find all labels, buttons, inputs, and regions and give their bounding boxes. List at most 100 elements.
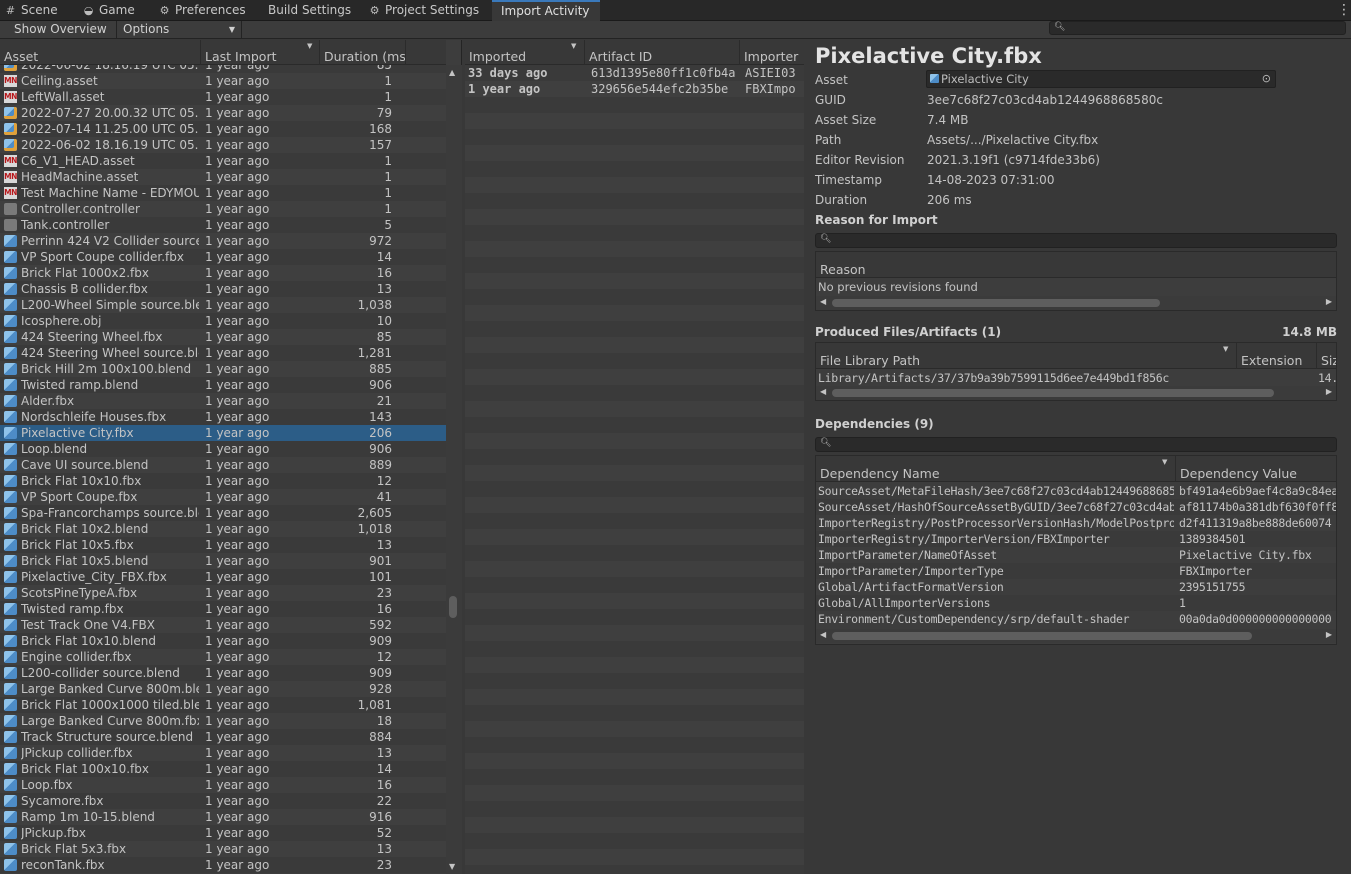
- list-item[interactable]: Pixelactive_City_FBX.fbx 1 year ago 101: [0, 569, 446, 585]
- list-item[interactable]: Brick Hill 2m 100x100.blend 1 year ago 885: [0, 361, 446, 377]
- list-item[interactable]: 424 Steering Wheel.fbx 1 year ago 85: [0, 329, 446, 345]
- list-item[interactable]: Engine collider.fbx 1 year ago 12: [0, 649, 446, 665]
- list-item[interactable]: ScotsPineTypeA.fbx 1 year ago 23: [0, 585, 446, 601]
- scroll-right-icon[interactable]: ▶: [1326, 630, 1332, 639]
- list-item[interactable]: VP Sport Coupe collider.fbx 1 year ago 14: [0, 249, 446, 265]
- column-asset[interactable]: Asset: [0, 40, 201, 65]
- asset-object-field[interactable]: Pixelactive City ⊙: [926, 70, 1276, 88]
- column-file-library-path[interactable]: File Library Path ▼: [816, 343, 1237, 369]
- tab-scene[interactable]: # Scene: [4, 0, 58, 21]
- column-imported[interactable]: Imported ▼: [465, 40, 585, 65]
- scroll-left-icon[interactable]: ◀: [820, 297, 826, 306]
- list-item[interactable]: Controller.controller 1 year ago 1: [0, 201, 446, 217]
- list-item[interactable]: Track Structure source.blend 1 year ago 88…: [0, 729, 446, 745]
- table-row[interactable]: SourceAsset/HashOfSourceAssetByGUID/3ee7…: [816, 499, 1336, 515]
- list-item[interactable]: Brick Flat 100x10.fbx 1 year ago 14: [0, 761, 446, 777]
- more-options-icon[interactable]: ⋮: [1337, 3, 1351, 17]
- list-item[interactable]: Large Banked Curve 800m.fbx 1 year ago 18: [0, 713, 446, 729]
- list-item[interactable]: Test Track One V4.FBX 1 year ago 592: [0, 617, 446, 633]
- object-picker-icon[interactable]: ⊙: [1262, 71, 1271, 87]
- list-item[interactable]: 424 Steering Wheel source.bler 1 year ago…: [0, 345, 446, 361]
- asset-list-scrollbar[interactable]: ▲ ▼: [446, 65, 462, 874]
- table-row[interactable]: Environment/CustomDependency/srp/default…: [816, 611, 1336, 627]
- list-item[interactable]: MN HeadMachine.asset 1 year ago 1: [0, 169, 446, 185]
- dependencies-search-input[interactable]: 🔍︎: [815, 437, 1337, 452]
- list-item[interactable]: Brick Flat 1000x2.fbx 1 year ago 16: [0, 265, 446, 281]
- list-item[interactable]: Spa-Francorchamps source.bler 1 year ago 2…: [0, 505, 446, 521]
- table-row[interactable]: SourceAsset/MetaFileHash/3ee7c68f27c03cd…: [816, 483, 1336, 499]
- list-item[interactable]: Twisted ramp.blend 1 year ago 906: [0, 377, 446, 393]
- list-item[interactable]: 2022-06-02 18.16.19 UTC 05.0 1 year ago 85: [0, 65, 446, 73]
- list-item[interactable]: JPickup collider.fbx 1 year ago 13: [0, 745, 446, 761]
- tab-game[interactable]: ◒ Game: [82, 0, 135, 21]
- scroll-down-icon[interactable]: ▼: [449, 862, 455, 871]
- tab-import-activity[interactable]: Import Activity: [492, 0, 600, 22]
- list-item[interactable]: MN LeftWall.asset 1 year ago 1: [0, 89, 446, 105]
- scroll-right-icon[interactable]: ▶: [1326, 387, 1332, 396]
- dependencies-hscrollbar[interactable]: ◀ ▶: [816, 629, 1336, 643]
- list-item[interactable]: Brick Flat 10x5.blend 1 year ago 901: [0, 553, 446, 569]
- scrollbar-thumb[interactable]: [832, 632, 1252, 640]
- list-item[interactable]: Brick Flat 5x3.fbx 1 year ago 13: [0, 841, 446, 857]
- reason-hscrollbar[interactable]: ◀ ▶: [816, 296, 1336, 310]
- list-item[interactable]: Icosphere.obj 1 year ago 10: [0, 313, 446, 329]
- options-dropdown[interactable]: Options ▼: [118, 21, 242, 39]
- tab-project-settings[interactable]: ⚙ Project Settings: [368, 0, 480, 21]
- list-item[interactable]: Alder.fbx 1 year ago 21: [0, 393, 446, 409]
- scroll-right-icon[interactable]: ▶: [1326, 297, 1332, 306]
- table-row[interactable]: ImportParameter/NameOfAsset Pixelactive C…: [816, 547, 1336, 563]
- list-item[interactable]: Perrinn 424 V2 Collider source. 1 year ag…: [0, 233, 446, 249]
- reason-search-input[interactable]: 🔍︎: [815, 233, 1337, 248]
- list-item[interactable]: Loop.blend 1 year ago 906: [0, 441, 446, 457]
- list-item[interactable]: JPickup.fbx 1 year ago 52: [0, 825, 446, 841]
- produced-hscrollbar[interactable]: ◀ ▶: [816, 386, 1336, 400]
- list-item[interactable]: Large Banked Curve 800m.bler 1 year ago 92…: [0, 681, 446, 697]
- list-item[interactable]: Pixelactive City.fbx 1 year ago 206: [0, 425, 446, 441]
- table-row[interactable]: Global/AllImporterVersions 1: [816, 595, 1336, 611]
- column-reason[interactable]: Reason: [816, 252, 1336, 278]
- column-dependency-value[interactable]: Dependency Value: [1176, 456, 1336, 482]
- scrollbar-thumb[interactable]: [449, 596, 457, 618]
- list-item[interactable]: Tank.controller 1 year ago 5: [0, 217, 446, 233]
- search-input[interactable]: 🔍︎: [1049, 21, 1346, 35]
- list-item[interactable]: Nordschleife Houses.fbx 1 year ago 143: [0, 409, 446, 425]
- column-size[interactable]: Size: [1317, 343, 1336, 369]
- list-item[interactable]: VP Sport Coupe.fbx 1 year ago 41: [0, 489, 446, 505]
- list-item[interactable]: Twisted ramp.fbx 1 year ago 16: [0, 601, 446, 617]
- list-item[interactable]: Brick Flat 10x10.blend 1 year ago 909: [0, 633, 446, 649]
- column-last-import[interactable]: Last Import ▼: [201, 40, 320, 65]
- tab-preferences[interactable]: ⚙ Preferences: [158, 0, 246, 21]
- show-overview-button[interactable]: Show Overview: [0, 21, 117, 39]
- list-item[interactable]: 2022-06-02 18.16.19 UTC 05.0 1 year ago 15…: [0, 137, 446, 153]
- list-item[interactable]: Sycamore.fbx 1 year ago 22: [0, 793, 446, 809]
- list-item[interactable]: Brick Flat 1000x1000 tiled.blenc 1 year a…: [0, 697, 446, 713]
- table-row[interactable]: ImporterRegistry/PostProcessorVersionHas…: [816, 515, 1336, 531]
- scroll-up-icon[interactable]: ▲: [449, 68, 455, 77]
- scroll-left-icon[interactable]: ◀: [820, 387, 826, 396]
- list-item[interactable]: Brick Flat 10x10.fbx 1 year ago 12: [0, 473, 446, 489]
- list-item[interactable]: 2022-07-27 20.00.32 UTC 05.0 1 year ago 79: [0, 105, 446, 121]
- list-item[interactable]: Ramp 1m 10-15.blend 1 year ago 916: [0, 809, 446, 825]
- list-item[interactable]: Loop.fbx 1 year ago 16: [0, 777, 446, 793]
- column-importer[interactable]: Importer: [740, 40, 804, 65]
- list-item[interactable]: MN Test Machine Name - EDYMOUN 1 year ago 1: [0, 185, 446, 201]
- list-item[interactable]: Brick Flat 10x2.blend 1 year ago 1,018: [0, 521, 446, 537]
- list-item[interactable]: reconTank.fbx 1 year ago 23: [0, 857, 446, 873]
- column-artifact-id[interactable]: Artifact ID: [585, 40, 740, 65]
- scrollbar-thumb[interactable]: [832, 299, 1160, 307]
- list-item[interactable]: MN Ceiling.asset 1 year ago 1: [0, 73, 446, 89]
- column-duration[interactable]: Duration (ms): [320, 40, 406, 65]
- list-item[interactable]: Brick Flat 10x5.fbx 1 year ago 13: [0, 537, 446, 553]
- list-item[interactable]: Chassis B collider.fbx 1 year ago 13: [0, 281, 446, 297]
- list-item[interactable]: MN C6_V1_HEAD.asset 1 year ago 1: [0, 153, 446, 169]
- table-row[interactable]: ImportParameter/ImporterType FBXImporter: [816, 563, 1336, 579]
- column-extension[interactable]: Extension: [1237, 343, 1317, 369]
- table-row[interactable]: ImporterRegistry/ImporterVersion/FBXImpo…: [816, 531, 1336, 547]
- table-row[interactable]: 33 days ago 613d1395e80ff1c0fb4a ASIEI03: [465, 65, 804, 81]
- list-item[interactable]: L200-collider source.blend 1 year ago 909: [0, 665, 446, 681]
- list-item[interactable]: Cave UI source.blend 1 year ago 889: [0, 457, 446, 473]
- scrollbar-thumb[interactable]: [832, 389, 1274, 397]
- scroll-left-icon[interactable]: ◀: [820, 630, 826, 639]
- column-dependency-name[interactable]: Dependency Name ▼: [816, 456, 1176, 482]
- table-row[interactable]: 1 year ago 329656e544efc2b35be FBXImpo: [465, 81, 804, 97]
